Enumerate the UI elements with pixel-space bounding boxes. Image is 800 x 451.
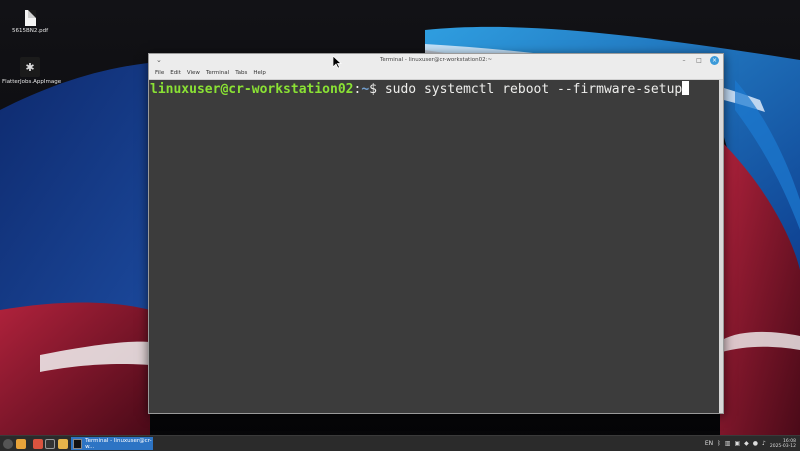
title-bar[interactable]: ⌄ Terminal - linuxuser@cr-workstation02:… <box>149 54 723 68</box>
prompt-symbol: $ <box>369 82 385 97</box>
close-icon[interactable]: × <box>710 56 719 65</box>
menu-tabs[interactable]: Tabs <box>232 68 250 79</box>
maximize-icon[interactable]: □ <box>695 57 703 64</box>
menu-view[interactable]: View <box>184 68 203 79</box>
file-manager-launcher-icon[interactable] <box>16 438 26 449</box>
appimage-icon: ✱ <box>20 57 40 77</box>
screenshot-icon[interactable]: ▣ <box>734 440 740 447</box>
taskbar-terminal-button[interactable]: Terminal - linuxuser@cr-w... <box>71 437 153 450</box>
clock-date: 2025-03-12 <box>769 443 796 449</box>
clock[interactable]: 16:08 2025-03-12 <box>770 439 796 449</box>
terminal-icon <box>73 438 83 449</box>
menu-terminal[interactable]: Terminal <box>203 68 232 79</box>
window-title: Terminal - linuxuser@cr-workstation02:~ <box>379 57 493 63</box>
notifications-icon[interactable]: ● <box>753 440 758 447</box>
menu-help[interactable]: Help <box>250 68 269 79</box>
prompt-user: linuxuser@cr-workstation02 <box>150 82 354 97</box>
desktop-icon-appimage[interactable]: ✱ FlatterJobs.AppImage <box>2 57 62 86</box>
folder-launcher-icon[interactable] <box>58 438 68 449</box>
mouse-pointer-icon <box>333 56 342 69</box>
desktop-icon-pdf[interactable]: 5615BN2.pdf <box>2 10 58 35</box>
text-cursor <box>682 81 690 95</box>
update-icon[interactable]: ◆ <box>744 440 749 447</box>
desktop-icon-label: FlatterJobs.AppImage <box>2 79 62 85</box>
scrollbar[interactable] <box>719 80 723 413</box>
terminal-launcher-icon[interactable] <box>45 438 55 449</box>
app-menu-icon[interactable] <box>3 438 13 449</box>
pdf-file-icon <box>24 10 36 26</box>
volume-icon[interactable]: ♪ <box>762 440 766 447</box>
system-tray: EN ᛒ ▥ ▣ ◆ ● ♪ 16:08 2025-03-12 <box>705 436 800 451</box>
menu-bar: File Edit View Terminal Tabs Help <box>149 68 723 80</box>
terminal-window[interactable]: ⌄ Terminal - linuxuser@cr-workstation02:… <box>148 53 724 414</box>
minimize-icon[interactable]: – <box>680 57 688 64</box>
terminal-output[interactable]: linuxuser@cr-workstation02:~$ sudo syste… <box>149 80 723 413</box>
desktop-icon-label: 5615BN2.pdf <box>11 28 49 34</box>
software-center-launcher-icon[interactable] <box>33 438 43 449</box>
menu-file[interactable]: File <box>152 68 167 79</box>
command-line: linuxuser@cr-workstation02:~$ sudo syste… <box>150 81 690 97</box>
typed-command: sudo systemctl reboot --firmware-setup <box>384 82 683 97</box>
bluetooth-icon[interactable]: ᛒ <box>717 440 721 447</box>
menu-edit[interactable]: Edit <box>167 68 184 79</box>
network-icon[interactable]: ▥ <box>725 440 731 447</box>
prompt-path: ~ <box>361 82 370 97</box>
language-indicator[interactable]: EN <box>705 440 713 447</box>
taskbar: Terminal - linuxuser@cr-w... EN ᛒ ▥ ▣ ◆ … <box>0 435 800 451</box>
taskbar-task-label: Terminal - linuxuser@cr-w... <box>85 437 152 450</box>
